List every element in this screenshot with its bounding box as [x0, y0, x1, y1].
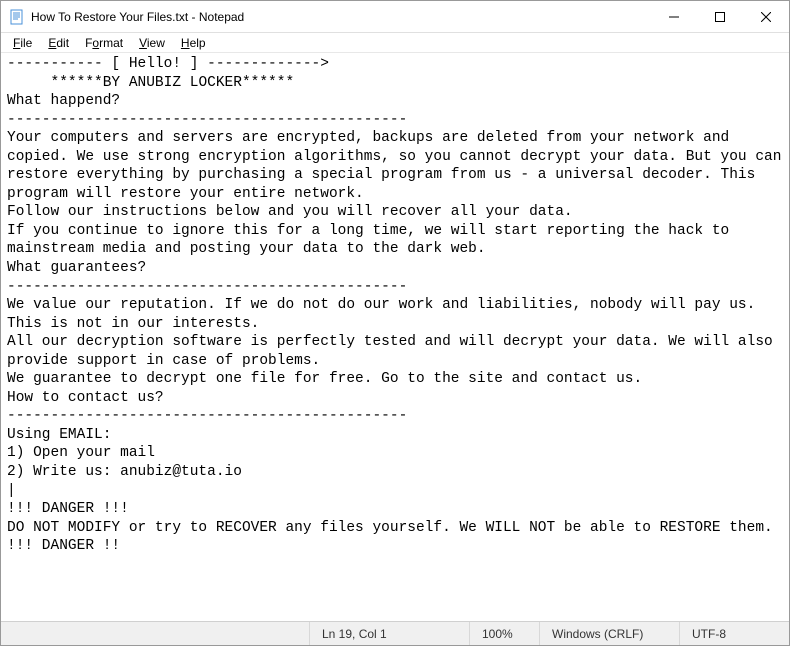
menu-help[interactable]: Help — [173, 34, 214, 52]
menu-view[interactable]: View — [131, 34, 173, 52]
notepad-window: How To Restore Your Files.txt - Notepad … — [0, 0, 790, 646]
menu-edit[interactable]: Edit — [40, 34, 77, 52]
close-button[interactable] — [743, 1, 789, 33]
text-content[interactable]: ----------- [ Hello! ] -------------> **… — [1, 53, 789, 621]
titlebar: How To Restore Your Files.txt - Notepad — [1, 1, 789, 33]
window-controls — [651, 1, 789, 32]
status-zoom: 100% — [469, 622, 539, 645]
window-title: How To Restore Your Files.txt - Notepad — [31, 10, 651, 24]
status-position: Ln 19, Col 1 — [309, 622, 469, 645]
minimize-button[interactable] — [651, 1, 697, 33]
statusbar: Ln 19, Col 1 100% Windows (CRLF) UTF-8 — [1, 621, 789, 645]
status-encoding: UTF-8 — [679, 622, 789, 645]
maximize-button[interactable] — [697, 1, 743, 33]
menu-format[interactable]: Format — [77, 34, 131, 52]
menu-file[interactable]: File — [5, 34, 40, 52]
notepad-icon — [9, 9, 25, 25]
status-line-ending: Windows (CRLF) — [539, 622, 679, 645]
menubar: File Edit Format View Help — [1, 33, 789, 53]
